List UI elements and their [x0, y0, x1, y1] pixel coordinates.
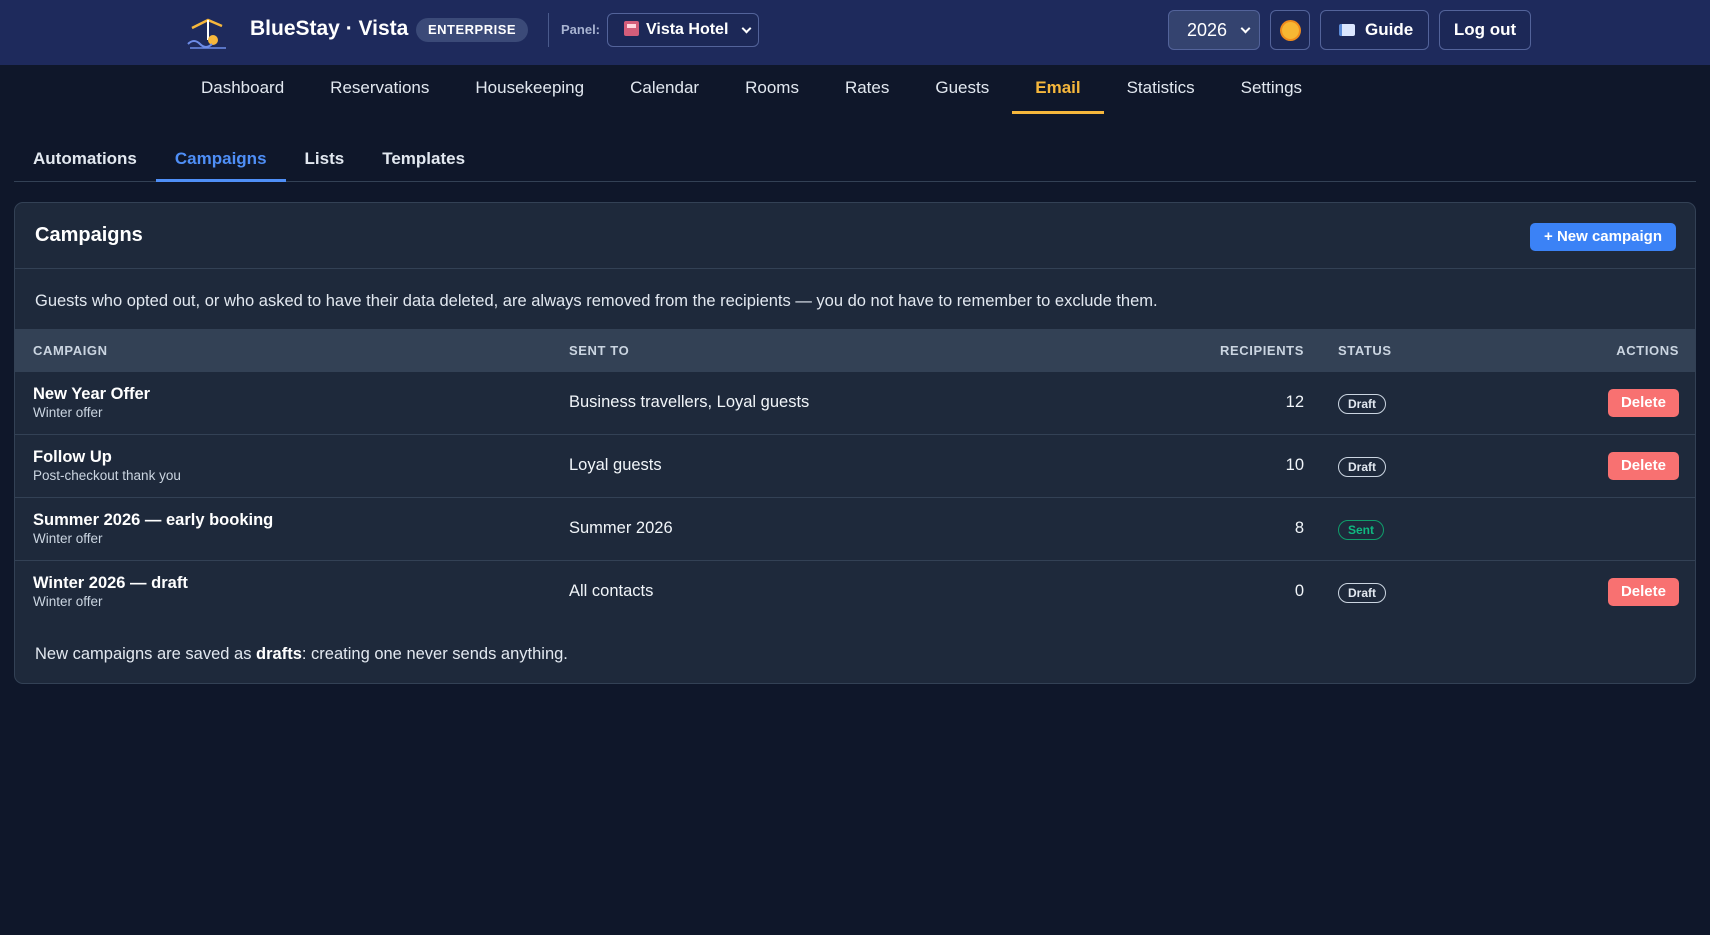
campaign-sent-to: Loyal guests [569, 456, 662, 474]
table-row: Winter 2026 — draft Winter offer All con… [15, 561, 1695, 624]
guide-button-label: Guide [1365, 20, 1414, 39]
column-header-actions: ACTIONS [1616, 343, 1679, 358]
delete-button[interactable]: Delete [1607, 452, 1679, 480]
nav-item-rooms[interactable]: Rooms [722, 65, 822, 114]
campaigns-card: Campaigns + New campaign Guests who opte… [14, 202, 1696, 684]
campaign-name: Follow Up [33, 448, 112, 466]
column-header-recipients: RECIPIENTS [1219, 343, 1304, 358]
nav-item-reservations[interactable]: Reservations [307, 65, 452, 114]
campaign-template: Winter offer [33, 594, 103, 609]
campaign-recipients: 8 [1294, 519, 1304, 537]
tab-templates[interactable]: Templates [363, 140, 484, 182]
nav-item-housekeeping[interactable]: Housekeeping [452, 65, 607, 114]
nav-item-settings[interactable]: Settings [1218, 65, 1325, 114]
status-badge: Draft [1338, 457, 1387, 477]
year-select-value: 2026 [1187, 20, 1228, 40]
tab-lists[interactable]: Lists [286, 140, 364, 182]
panel-select[interactable]: Vista Hotel [607, 13, 759, 47]
table-row: Summer 2026 — early booking Winter offer… [15, 498, 1695, 561]
campaign-recipients: 0 [1294, 582, 1304, 600]
campaign-sent-to: All contacts [569, 582, 654, 600]
campaign-name: Winter 2026 — draft [33, 574, 188, 592]
table-header: CAMPAIGN SENT TO RECIPIENTS STATUS ACTIO… [15, 329, 1695, 372]
card-title: Campaigns [35, 224, 143, 246]
campaign-name: Summer 2026 — early booking [33, 511, 274, 529]
column-header-status: STATUS [1338, 343, 1392, 358]
delete-button[interactable]: Delete [1607, 389, 1679, 417]
bluestay-logo-icon [187, 18, 226, 49]
panel-label: Panel: [561, 22, 601, 37]
nav-item-calendar[interactable]: Calendar [607, 65, 722, 114]
campaign-template: Post-checkout thank you [33, 468, 181, 483]
email-subtabs: Automations Campaigns Lists Templates [14, 140, 1696, 182]
campaign-recipients: 10 [1285, 456, 1304, 474]
top-header: BlueStay · Vista ENTERPRISE Panel: Vista… [0, 0, 1710, 65]
year-select[interactable]: 2026 [1168, 10, 1260, 50]
column-header-sent-to: SENT TO [569, 343, 630, 358]
column-header-campaign: CAMPAIGN [33, 343, 108, 358]
campaign-template: Winter offer [33, 405, 103, 420]
edition-badge: ENTERPRISE [416, 18, 529, 42]
hotel-icon [624, 21, 639, 36]
campaign-sent-to: Business travellers, Loyal guests [569, 393, 810, 411]
brand-name: BlueStay · Vista [250, 17, 409, 40]
book-icon [1339, 24, 1355, 36]
chevron-down-icon [1240, 23, 1251, 34]
tab-campaigns[interactable]: Campaigns [155, 140, 286, 182]
status-badge: Draft [1338, 583, 1387, 603]
logout-button[interactable]: Log out [1439, 10, 1531, 50]
drafts-note-bold: drafts [256, 645, 302, 663]
drafts-note-text-end: : creating one never sends anything. [301, 645, 568, 663]
sun-icon [1282, 22, 1299, 39]
opt-out-note: Guests who opted out, or who asked to ha… [35, 292, 1158, 310]
card-header: Campaigns + New campaign [15, 203, 1695, 269]
table-row: Follow Up Post-checkout thank you Loyal … [15, 435, 1695, 498]
drafts-note-text: New campaigns are saved as [35, 645, 257, 663]
nav-item-email[interactable]: Email [1012, 65, 1104, 114]
campaign-recipients: 12 [1285, 393, 1304, 411]
nav-item-rates[interactable]: Rates [822, 65, 912, 114]
campaign-sent-to: Summer 2026 [569, 519, 673, 537]
campaign-template: Winter offer [33, 531, 103, 546]
drafts-note: New campaigns are saved as drafts: creat… [35, 645, 568, 664]
status-badge: Draft [1338, 394, 1387, 414]
main-nav: Dashboard Reservations Housekeeping Cale… [178, 65, 1325, 114]
nav-item-guests[interactable]: Guests [912, 65, 1012, 114]
table-row: New Year Offer Winter offer Business tra… [15, 372, 1695, 435]
header-divider [548, 13, 549, 47]
nav-item-statistics[interactable]: Statistics [1104, 65, 1218, 114]
chevron-down-icon [741, 23, 752, 34]
guide-button[interactable]: Guide [1320, 10, 1429, 50]
delete-button[interactable]: Delete [1607, 578, 1679, 606]
nav-item-dashboard[interactable]: Dashboard [178, 65, 307, 114]
panel-select-value: Vista Hotel [646, 21, 729, 38]
theme-toggle-button[interactable] [1270, 10, 1310, 50]
status-badge: Sent [1338, 520, 1385, 540]
new-campaign-button[interactable]: + New campaign [1530, 223, 1676, 251]
campaign-name: New Year Offer [33, 385, 151, 403]
tab-automations[interactable]: Automations [14, 140, 156, 182]
